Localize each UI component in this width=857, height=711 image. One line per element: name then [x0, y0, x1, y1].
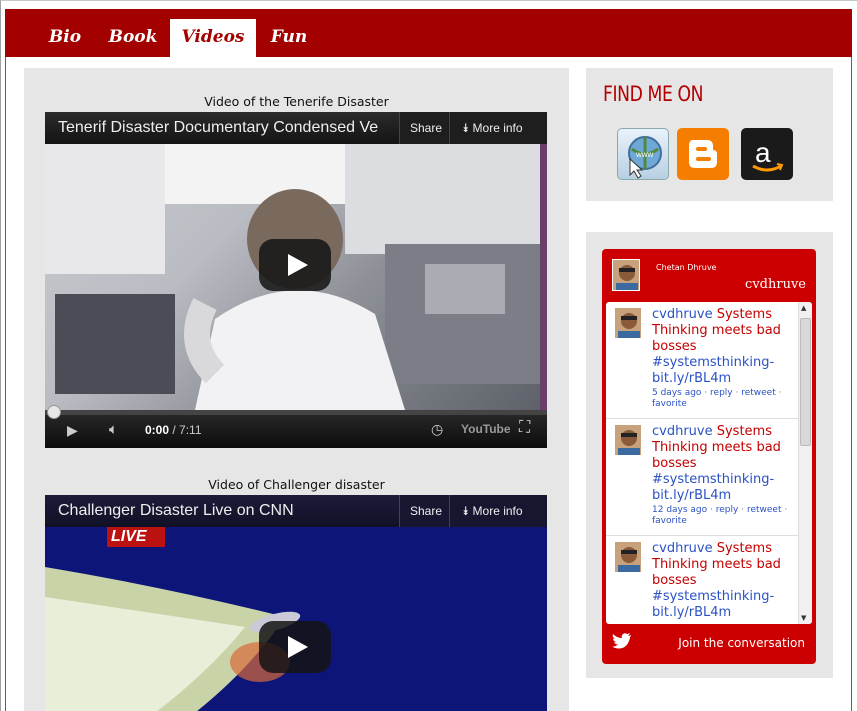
retweet-link[interactable]: retweet — [741, 388, 776, 398]
clock-icon[interactable]: ◷ — [431, 421, 443, 438]
svg-text:www: www — [635, 150, 654, 159]
scrollbar-thumb[interactable] — [800, 318, 811, 446]
find-me-panel: FIND ME ON www a — [586, 68, 833, 201]
tweet-time[interactable]: 12 days ago — [652, 505, 707, 515]
avatar[interactable] — [612, 259, 640, 291]
tweet-link[interactable]: #systemsthinking-bit.ly/rBL4m — [652, 589, 774, 620]
more-info-button[interactable]: ⯯ More info — [449, 495, 547, 527]
find-me-title: FIND ME ON — [603, 82, 704, 106]
twitter-bird-icon[interactable] — [612, 633, 632, 649]
video-caption: Video of Challenger disaster — [208, 477, 385, 492]
video-caption: Video of the Tenerife Disaster — [204, 94, 389, 109]
youtube-logo[interactable]: YouTube — [461, 422, 511, 436]
favorite-link[interactable]: favorite — [652, 516, 687, 526]
join-conversation-link[interactable]: Join the conversation — [678, 636, 805, 650]
share-button[interactable]: Share — [399, 112, 449, 144]
scroll-down-icon[interactable]: ▼ — [801, 614, 806, 622]
avatar[interactable] — [614, 307, 642, 339]
video-controls: ▶ 🔈︎ 0:00 / 7:11 ◷ YouTube ⛶ — [45, 405, 547, 448]
tab-fun[interactable]: Fun — [263, 19, 315, 57]
video-player-challenger[interactable]: Challenger Disaster Live on CNN Share ⯯ … — [45, 495, 547, 711]
play-button[interactable] — [259, 239, 331, 291]
share-button[interactable]: Share — [399, 495, 449, 527]
avatar[interactable] — [614, 541, 642, 573]
scroll-up-icon[interactable]: ▲ — [801, 304, 806, 312]
double-chevron-down-icon: ⯯ — [462, 121, 473, 135]
double-chevron-down-icon: ⯯ — [462, 504, 473, 518]
list-item: cvdhruve Systems Thinking meets bad boss… — [606, 536, 798, 624]
svg-text:a: a — [755, 137, 771, 168]
browser-viewport: Bio Book Videos Fun Video of the Tenerif… — [0, 0, 857, 711]
avatar[interactable] — [614, 424, 642, 456]
play-icon[interactable]: ▶ — [67, 422, 78, 439]
reply-link[interactable]: reply — [710, 388, 733, 398]
tweet-list: cvdhruve Systems Thinking meets bad boss… — [606, 302, 812, 624]
tweet-text: cvdhruve Systems Thinking meets bad boss… — [652, 541, 781, 620]
globe-www-icon[interactable]: www — [617, 128, 669, 180]
twitter-display-name: Chetan Dhruve — [656, 263, 717, 272]
tweet-link[interactable]: #systemsthinking-bit.ly/rBL4m — [652, 472, 774, 503]
live-badge: LIVE — [111, 528, 147, 545]
tweet-text: cvdhruve Systems Thinking meets bad boss… — [652, 307, 781, 386]
amazon-icon[interactable]: a — [741, 128, 793, 180]
blogger-icon[interactable] — [677, 128, 729, 180]
tab-bio[interactable]: Bio — [37, 19, 93, 57]
progress-bar[interactable] — [45, 405, 547, 419]
volume-icon[interactable]: 🔈︎ — [109, 421, 118, 438]
retweet-link[interactable]: retweet — [747, 505, 782, 515]
video-thumbnail: LIVE — [45, 527, 547, 711]
videos-panel: Video of the Tenerife Disaster Tenerif D… — [24, 68, 569, 711]
tweet-user-link[interactable]: cvdhruve — [652, 307, 713, 322]
twitter-widget: Chetan Dhruve cvdhruve cvdhruve Systems … — [602, 249, 816, 664]
twitter-panel: Chetan Dhruve cvdhruve cvdhruve Systems … — [586, 232, 833, 678]
video-player-tenerife[interactable]: Tenerif Disaster Documentary Condensed V… — [45, 112, 547, 448]
tweet-meta: 5 days ago · reply · retweet · favorite — [652, 388, 782, 409]
reply-link[interactable]: reply — [716, 505, 739, 515]
tweet-time[interactable]: 5 days ago — [652, 388, 701, 398]
top-nav-bar: Bio Book Videos Fun — [5, 9, 852, 57]
shuttle-scene — [45, 527, 547, 711]
play-button[interactable] — [259, 621, 331, 673]
time-display: 0:00 / 7:11 — [145, 423, 202, 437]
tweet-user-link[interactable]: cvdhruve — [652, 541, 713, 556]
tab-videos[interactable]: Videos — [170, 19, 256, 57]
list-item: cvdhruve Systems Thinking meets bad boss… — [606, 302, 798, 419]
favorite-link[interactable]: favorite — [652, 399, 687, 409]
tweet-scrollbar[interactable]: ▲ ▼ — [798, 302, 812, 624]
more-info-button[interactable]: ⯯ More info — [449, 112, 547, 144]
twitter-handle[interactable]: cvdhruve — [745, 277, 806, 292]
video-thumbnail — [45, 144, 547, 410]
tweet-meta: 12 days ago · reply · retweet · favorite — [652, 505, 788, 526]
list-item: cvdhruve Systems Thinking meets bad boss… — [606, 419, 798, 536]
fullscreen-icon[interactable]: ⛶ — [519, 419, 530, 437]
page-content: Video of the Tenerife Disaster Tenerif D… — [5, 57, 852, 711]
progress-knob[interactable] — [47, 405, 61, 419]
tweet-text: cvdhruve Systems Thinking meets bad boss… — [652, 424, 781, 503]
tab-book[interactable]: Book — [101, 19, 165, 57]
tweet-user-link[interactable]: cvdhruve — [652, 424, 713, 439]
tweet-link[interactable]: #systemsthinking-bit.ly/rBL4m — [652, 355, 774, 386]
